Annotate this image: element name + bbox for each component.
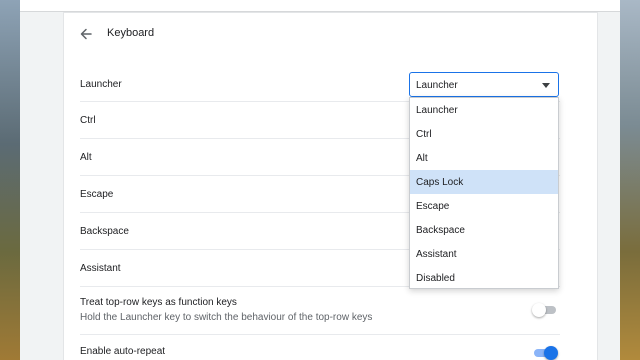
launcher-label: Launcher xyxy=(80,79,122,90)
wallpaper-left xyxy=(0,0,20,360)
settings-window: Keyboard Launcher Ctrl Alt Escape Backsp… xyxy=(20,0,620,360)
assistant-label: Assistant xyxy=(80,263,121,274)
arrow-left-icon[interactable] xyxy=(78,26,94,42)
settings-top-bar xyxy=(20,0,620,12)
page-title: Keyboard xyxy=(107,27,155,39)
option-disabled[interactable]: Disabled xyxy=(410,266,558,290)
alt-label: Alt xyxy=(80,152,92,163)
toggle-thumb xyxy=(532,303,546,317)
option-label: Disabled xyxy=(416,273,455,284)
row-auto-repeat: Enable auto-repeat xyxy=(80,335,560,360)
option-backspace[interactable]: Backspace xyxy=(410,218,558,242)
option-label: Launcher xyxy=(416,105,458,116)
launcher-select-value: Launcher xyxy=(416,80,458,91)
function-keys-label: Treat top-row keys as function keys xyxy=(80,297,237,308)
escape-label: Escape xyxy=(80,189,114,200)
option-assistant[interactable]: Assistant xyxy=(410,242,558,266)
backspace-label: Backspace xyxy=(80,226,129,237)
option-label: Ctrl xyxy=(416,129,432,140)
auto-repeat-label: Enable auto-repeat xyxy=(80,346,166,357)
option-escape[interactable]: Escape xyxy=(410,194,558,218)
option-label: Escape xyxy=(416,201,450,212)
option-label: Alt xyxy=(416,153,428,164)
option-label: Caps Lock xyxy=(416,177,464,188)
toggle-thumb xyxy=(544,346,558,360)
chevron-down-icon xyxy=(542,83,550,88)
option-alt[interactable]: Alt xyxy=(410,146,558,170)
wallpaper-right xyxy=(620,0,640,360)
function-keys-description: Hold the Launcher key to switch the beha… xyxy=(80,312,373,323)
ctrl-label: Ctrl xyxy=(80,115,96,126)
option-label: Backspace xyxy=(416,225,465,236)
option-launcher[interactable]: Launcher xyxy=(410,98,558,122)
launcher-select[interactable]: Launcher xyxy=(409,72,559,97)
option-label: Assistant xyxy=(416,249,457,260)
row-function-keys: Treat top-row keys as function keys Hold… xyxy=(80,287,560,335)
auto-repeat-toggle[interactable] xyxy=(532,346,558,360)
option-ctrl[interactable]: Ctrl xyxy=(410,122,558,146)
option-caps-lock[interactable]: Caps Lock xyxy=(410,170,558,194)
page-header: Keyboard xyxy=(64,13,597,53)
launcher-dropdown-menu: Launcher Ctrl Alt Caps Lock Escape Backs… xyxy=(409,97,559,289)
function-keys-toggle[interactable] xyxy=(532,303,558,317)
